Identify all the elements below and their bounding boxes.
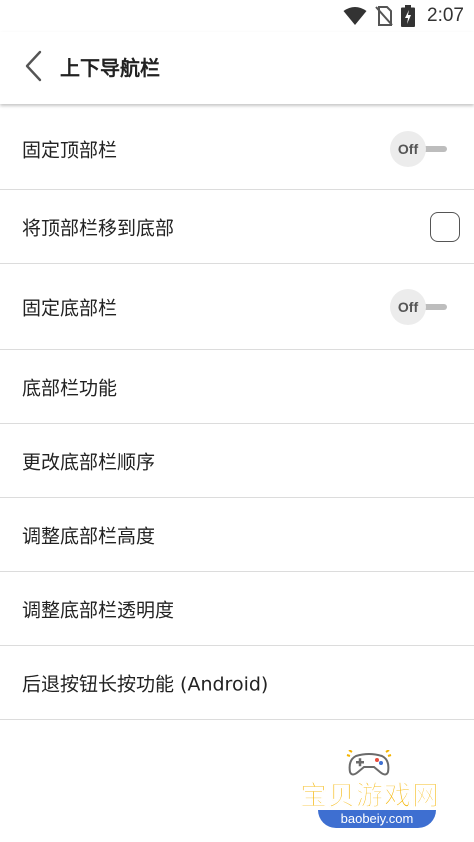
watermark-url: baobeiy.com <box>340 811 414 826</box>
status-icons: 2:07 <box>343 4 464 28</box>
watermark-logo: 宝贝游戏网 baobeiy.com <box>296 748 446 838</box>
setting-row-back-button-long-press[interactable]: 后退按钮长按功能 (Android) <box>0 646 474 720</box>
toggle-knob: Off <box>390 130 426 167</box>
setting-label: 后退按钮长按功能 (Android) <box>22 673 269 695</box>
setting-label: 更改底部栏顺序 <box>22 451 156 473</box>
chevron-left-icon <box>24 50 42 86</box>
setting-label: 固定底部栏 <box>22 297 118 319</box>
page-title: 上下导航栏 <box>60 56 160 80</box>
settings-list: 固定顶部栏 Off 将顶部栏移到底部 固定底部栏 Off 底部栏功能 更改底部栏… <box>0 108 474 720</box>
fix-top-bar-toggle[interactable]: Off <box>390 130 450 167</box>
header: 上下导航栏 <box>0 32 474 104</box>
setting-label: 调整底部栏高度 <box>22 525 156 547</box>
setting-row-bottom-bar-functions[interactable]: 底部栏功能 <box>0 350 474 424</box>
setting-row-move-top-bar-to-bottom[interactable]: 将顶部栏移到底部 <box>0 190 474 264</box>
move-top-bar-checkbox[interactable] <box>430 211 460 242</box>
setting-row-bottom-bar-transparency[interactable]: 调整底部栏透明度 <box>0 572 474 646</box>
battery-icon <box>401 5 416 27</box>
setting-row-fix-top-bar[interactable]: 固定顶部栏 Off <box>0 108 474 190</box>
watermark-title: 宝贝游戏网 <box>300 781 440 813</box>
setting-label: 将顶部栏移到底部 <box>22 217 175 239</box>
watermark-url-band: baobeiy.com <box>318 810 436 828</box>
back-button[interactable] <box>18 50 48 86</box>
wifi-icon <box>343 6 367 26</box>
status-time: 2:07 <box>427 5 464 26</box>
toggle-knob: Off <box>390 288 426 325</box>
no-sim-icon <box>375 6 393 26</box>
setting-label: 底部栏功能 <box>22 377 118 399</box>
setting-row-bottom-bar-height[interactable]: 调整底部栏高度 <box>0 498 474 572</box>
fix-bottom-bar-toggle[interactable]: Off <box>390 288 450 325</box>
status-bar: 2:07 <box>0 0 474 32</box>
setting-label: 调整底部栏透明度 <box>22 599 175 621</box>
setting-row-fix-bottom-bar[interactable]: 固定底部栏 Off <box>0 264 474 350</box>
setting-label: 固定顶部栏 <box>22 139 118 161</box>
setting-row-change-bottom-bar-order[interactable]: 更改底部栏顺序 <box>0 424 474 498</box>
